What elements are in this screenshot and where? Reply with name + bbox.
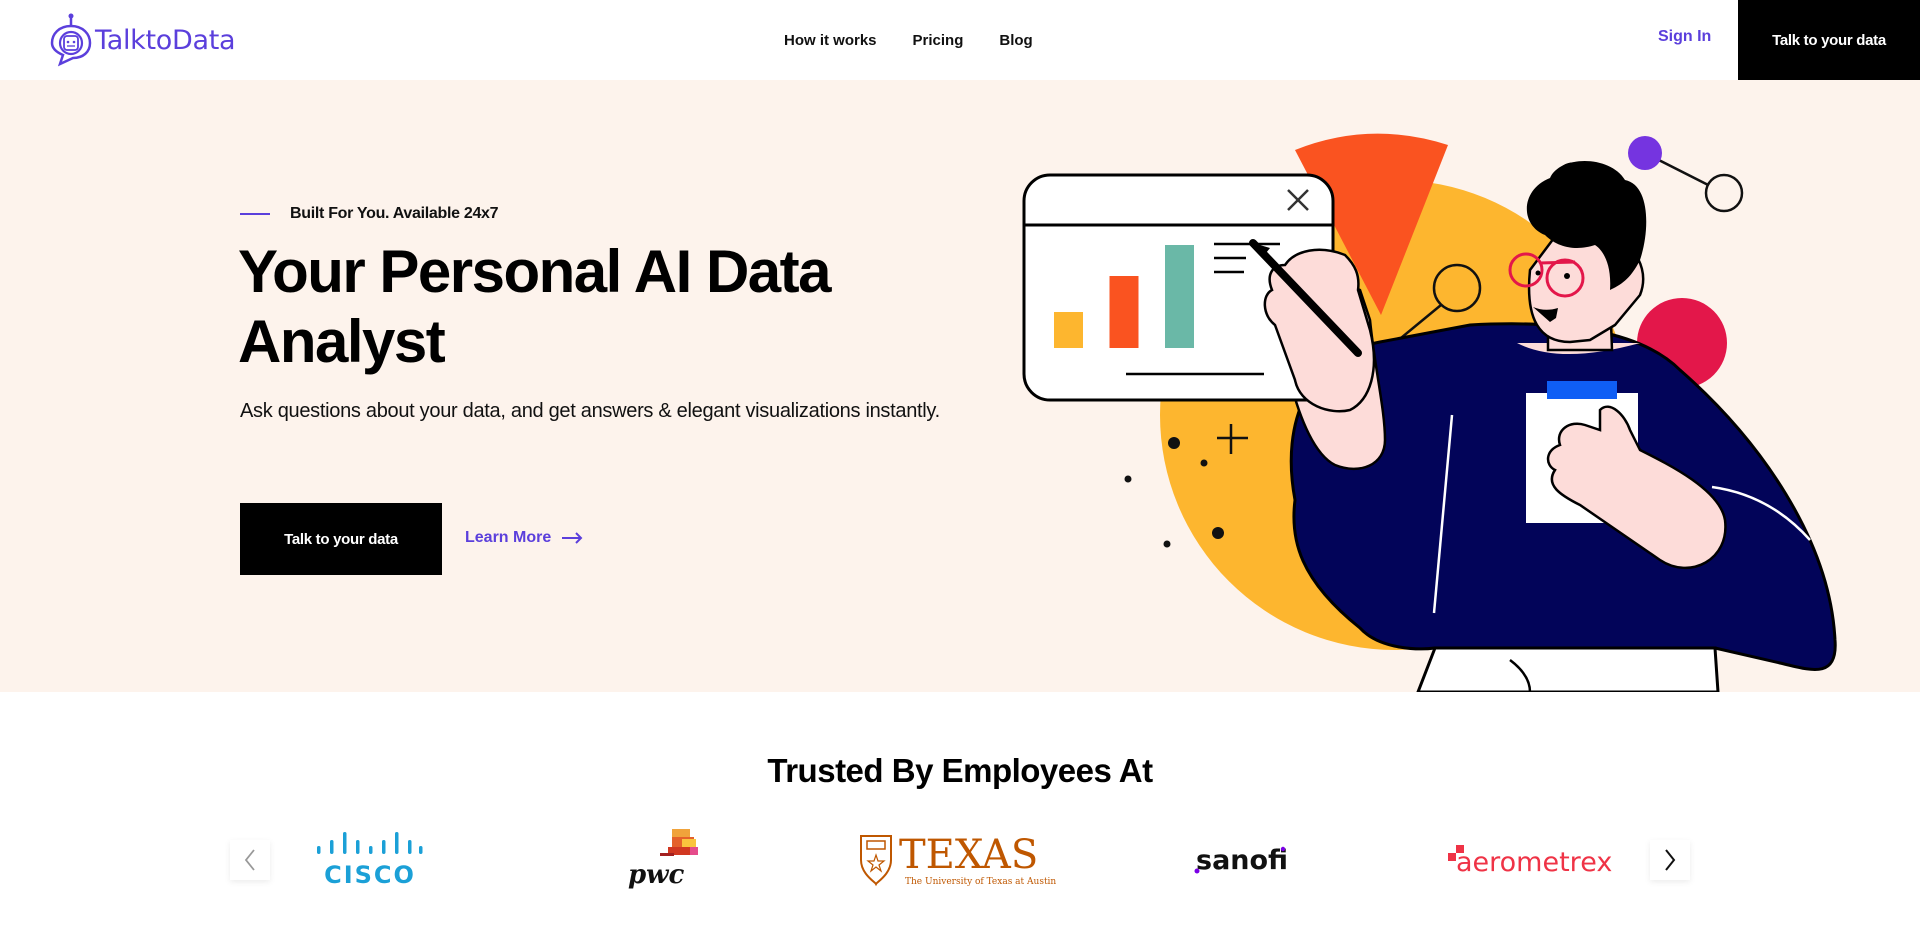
trusted-by-title: Trusted By Employees At <box>767 752 1153 789</box>
brand-name: TalktoData <box>95 24 236 56</box>
carousel-next-button[interactable] <box>1650 840 1690 880</box>
hero-tagline: Built For You. Available 24x7 <box>240 205 499 223</box>
logo-cisco: CISCO <box>315 820 425 900</box>
header-talk-to-data-button[interactable]: Talk to your data <box>1738 0 1920 80</box>
texas-text: TEXAS <box>899 832 1038 878</box>
logo-sanofi: sanofi <box>1190 820 1300 900</box>
illustration-bar <box>1109 276 1139 348</box>
nav-how-it-works[interactable]: How it works <box>784 32 877 49</box>
illustration-bar <box>1054 312 1083 348</box>
carousel-prev-button[interactable] <box>230 840 270 880</box>
illustration-bar <box>1165 245 1194 348</box>
tagline-accent-line <box>240 213 270 215</box>
logo-carousel: CISCO pwc TEXAS The University of Texas … <box>230 820 1690 910</box>
chevron-right-icon <box>1665 849 1676 871</box>
robot-chat-logo-icon <box>50 13 92 67</box>
arrow-right-icon <box>562 532 583 544</box>
site-header: TalktoData How it works Pricing Blog Sig… <box>0 0 1920 80</box>
pwc-text: pwc <box>628 860 685 890</box>
chevron-left-icon <box>244 849 255 871</box>
sanofi-logo-icon: sanofi <box>1194 845 1288 876</box>
pwc-logo-icon: pwc <box>628 829 698 890</box>
logo-pwc: pwc <box>620 820 710 900</box>
hero-talk-to-data-button[interactable]: Talk to your data <box>240 503 442 575</box>
texas-subtext: The University of Texas at Austin <box>905 877 1056 887</box>
brand-logo[interactable]: TalktoData <box>48 12 236 68</box>
ut-austin-logo-icon: TEXAS The University of Texas at Austin <box>860 832 1056 887</box>
nav-pricing[interactable]: Pricing <box>913 32 964 49</box>
hero-illustration <box>1022 133 1837 692</box>
logo-texas: TEXAS The University of Texas at Austin <box>857 820 1057 900</box>
purple-dot-shape <box>1628 136 1662 170</box>
hero-section: Built For You. Available 24x7 Your Perso… <box>0 80 1920 692</box>
main-nav: How it works Pricing Blog <box>784 0 1033 80</box>
nav-blog[interactable]: Blog <box>999 32 1032 49</box>
learn-more-label: Learn More <box>465 529 552 546</box>
aerometrex-logo-icon: aerometrex <box>1448 845 1612 878</box>
tagline-text: Built For You. Available 24x7 <box>290 205 499 222</box>
hero-subtitle: Ask questions about your data, and get a… <box>240 400 940 422</box>
hero-title: Your Personal AI Data Analyst <box>238 238 832 375</box>
cisco-logo-icon: CISCO <box>317 832 423 889</box>
cisco-text: CISCO <box>324 861 416 889</box>
sanofi-text: sanofi <box>1196 845 1288 876</box>
sign-in-link[interactable]: Sign In <box>1658 28 1711 46</box>
logo-aerometrex: aerometrex <box>1448 820 1638 900</box>
learn-more-link[interactable]: Learn More <box>465 529 583 547</box>
aerometrex-text: aerometrex <box>1456 847 1612 878</box>
